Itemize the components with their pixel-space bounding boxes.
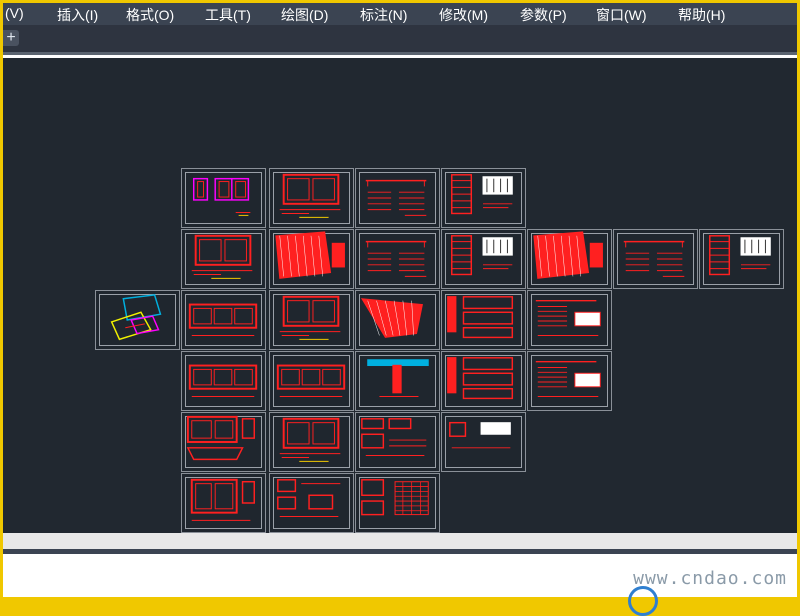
drawing-sheet[interactable] — [355, 168, 440, 228]
status-bar — [3, 549, 797, 554]
sheet-drawing — [277, 479, 341, 518]
menu-parameters[interactable]: 参数(P) — [520, 5, 567, 25]
drawing-sheet[interactable] — [527, 290, 612, 350]
menu-view[interactable]: (V) — [5, 5, 24, 21]
drawing-sheet[interactable] — [269, 290, 354, 350]
sheet-drawing — [449, 421, 511, 449]
sheet-drawing — [279, 173, 341, 218]
menu-draw[interactable]: 绘图(D) — [281, 5, 328, 25]
sheet-drawing — [275, 231, 345, 279]
sheet-drawing — [279, 295, 341, 340]
drawing-sheet[interactable] — [355, 229, 440, 289]
menu-tools[interactable]: 工具(T) — [205, 5, 251, 25]
sheet-drawing — [110, 294, 162, 341]
drawing-sheet[interactable] — [181, 168, 266, 228]
sheet-drawing — [361, 418, 427, 457]
drawing-sheet[interactable] — [441, 229, 526, 289]
sheet-drawing — [192, 177, 251, 216]
drawing-sheet[interactable] — [181, 229, 266, 289]
drawing-sheet[interactable] — [181, 473, 266, 533]
drawing-sheet[interactable] — [181, 290, 266, 350]
sheet-drawing — [365, 240, 427, 277]
menu-modify[interactable]: 修改(M) — [439, 5, 488, 25]
sheet-drawing — [535, 299, 601, 336]
sheet-drawing — [623, 240, 685, 277]
tab-divider — [3, 52, 797, 55]
watermark-logo-icon — [628, 586, 658, 616]
sheet-drawing — [361, 479, 429, 516]
sheet-drawing — [360, 298, 423, 338]
sheet-drawing — [276, 364, 346, 397]
sheet-drawing — [451, 174, 513, 215]
drawing-sheet[interactable] — [181, 412, 266, 472]
sheet-drawing — [365, 179, 427, 216]
layout-tab-bar[interactable] — [3, 533, 797, 549]
menu-insert[interactable]: 插入(I) — [57, 5, 98, 25]
drawing-sheet[interactable] — [441, 290, 526, 350]
drawing-canvas[interactable] — [3, 58, 797, 533]
drawing-sheet[interactable] — [95, 290, 180, 350]
sheet-drawing — [535, 360, 601, 397]
drawing-sheet[interactable] — [355, 290, 440, 350]
sheet-drawing — [447, 296, 514, 339]
sheet-drawing — [533, 231, 603, 279]
drawing-sheet[interactable] — [527, 229, 612, 289]
menu-window[interactable]: 窗口(W) — [596, 5, 647, 25]
drawing-sheet[interactable] — [269, 351, 354, 411]
drawing-sheet[interactable] — [441, 168, 526, 228]
sheet-drawing — [188, 303, 258, 336]
sheet-drawing — [367, 359, 429, 397]
drawing-sheet[interactable] — [269, 229, 354, 289]
watermark: www.cndao.com — [633, 568, 787, 589]
drawing-sheet[interactable] — [181, 351, 266, 411]
drawing-sheet[interactable] — [699, 229, 784, 289]
drawing-sheet[interactable] — [441, 351, 526, 411]
menu-bar: (V) 插入(I) 格式(O) 工具(T) 绘图(D) 标注(N) 修改(M) … — [3, 3, 797, 25]
sheet-drawing — [451, 235, 513, 276]
drawing-sheet[interactable] — [269, 412, 354, 472]
drawing-sheet[interactable] — [355, 412, 440, 472]
application-window: (V) 插入(I) 格式(O) 工具(T) 绘图(D) 标注(N) 修改(M) … — [3, 3, 797, 597]
sheet-drawing — [447, 357, 514, 400]
drawing-sheet[interactable] — [355, 473, 440, 533]
file-tab-strip: + — [3, 25, 797, 55]
sheet-drawing — [186, 415, 255, 461]
sheet-drawing — [190, 478, 255, 521]
sheet-drawing — [188, 364, 258, 397]
menu-help[interactable]: 帮助(H) — [678, 5, 725, 25]
drawing-sheet[interactable] — [613, 229, 698, 289]
sheet-drawing — [709, 235, 771, 276]
drawing-sheet[interactable] — [269, 473, 354, 533]
sheet-drawing — [279, 417, 341, 462]
menu-dimension[interactable]: 标注(N) — [360, 5, 407, 25]
sheet-drawing — [191, 234, 253, 279]
drawing-sheet[interactable] — [355, 351, 440, 411]
drawing-sheet[interactable] — [441, 412, 526, 472]
drawing-sheet[interactable] — [269, 168, 354, 228]
menu-format[interactable]: 格式(O) — [126, 5, 174, 25]
drawing-sheet[interactable] — [527, 351, 612, 411]
add-tab-icon[interactable]: + — [3, 30, 19, 46]
